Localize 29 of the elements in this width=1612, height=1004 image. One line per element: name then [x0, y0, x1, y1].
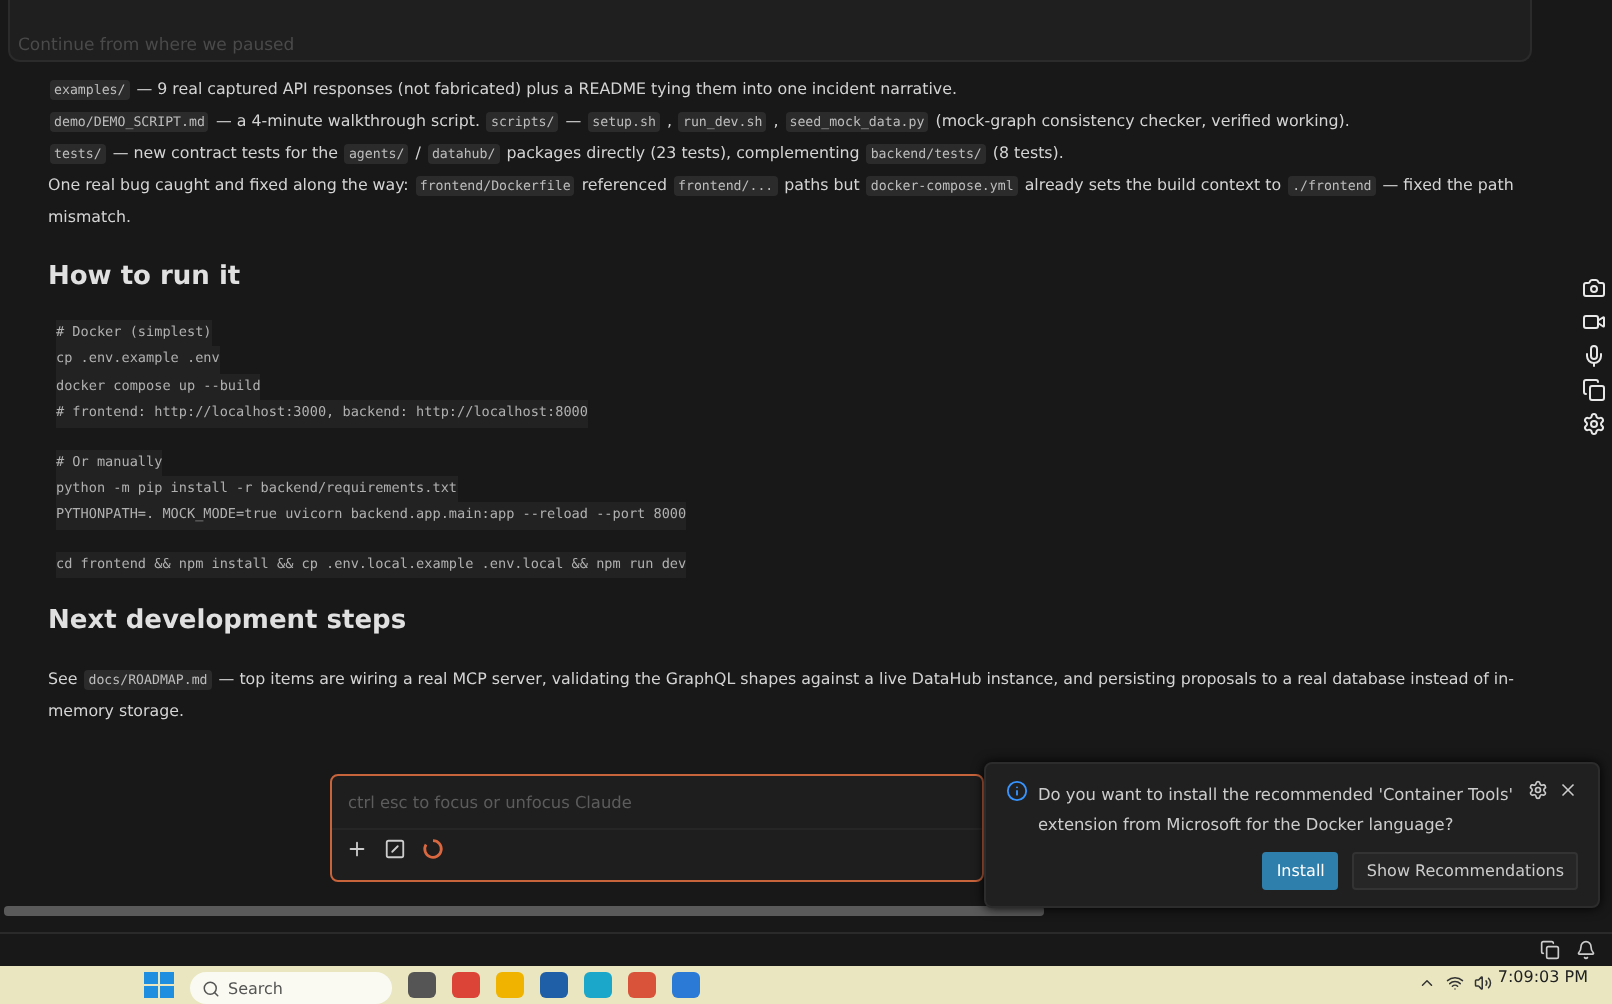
windows-icon[interactable]	[1582, 378, 1606, 402]
volume-icon[interactable]	[1474, 974, 1492, 992]
settings-icon[interactable]	[1582, 412, 1606, 436]
notification-message: Do you want to install the recommended 'Container Tools' extension from Microsoft for the Docker language?	[1038, 782, 1515, 838]
prompt-input[interactable]: ctrl esc to focus or unfocus Claude	[332, 776, 982, 828]
info-icon	[1006, 780, 1028, 802]
search-placeholder: Search	[228, 979, 283, 997]
camera-icon[interactable]	[1582, 276, 1606, 300]
section-heading: How to run it	[48, 262, 243, 292]
taskbar-search[interactable]: Search	[190, 972, 392, 1004]
video-icon[interactable]	[1582, 310, 1606, 334]
settings-icon[interactable]	[1528, 780, 1548, 800]
prompt-box[interactable]: ctrl esc to focus or unfocus Claude	[330, 774, 984, 882]
app-icon[interactable]	[408, 972, 436, 998]
clock: 7:09:03 PM	[1497, 968, 1588, 986]
start-icon[interactable]	[144, 972, 174, 998]
chevron-icon[interactable]	[1418, 974, 1436, 992]
section-heading: Next development steps	[48, 606, 409, 637]
wifi-icon[interactable]	[1446, 974, 1464, 992]
slash-command-icon[interactable]	[384, 838, 406, 860]
microphone-icon[interactable]	[1582, 344, 1606, 368]
add-icon[interactable]	[346, 838, 368, 860]
horizontal-scrollbar[interactable]	[4, 906, 1044, 916]
close-icon[interactable]	[1558, 780, 1578, 800]
search-icon	[202, 979, 220, 997]
install-button[interactable]: Install	[1262, 852, 1339, 890]
recommendations-button[interactable]: Show Recommendations	[1352, 852, 1578, 890]
progress-ring-icon[interactable]	[422, 838, 444, 860]
notifications-icon[interactable]	[1576, 940, 1596, 960]
